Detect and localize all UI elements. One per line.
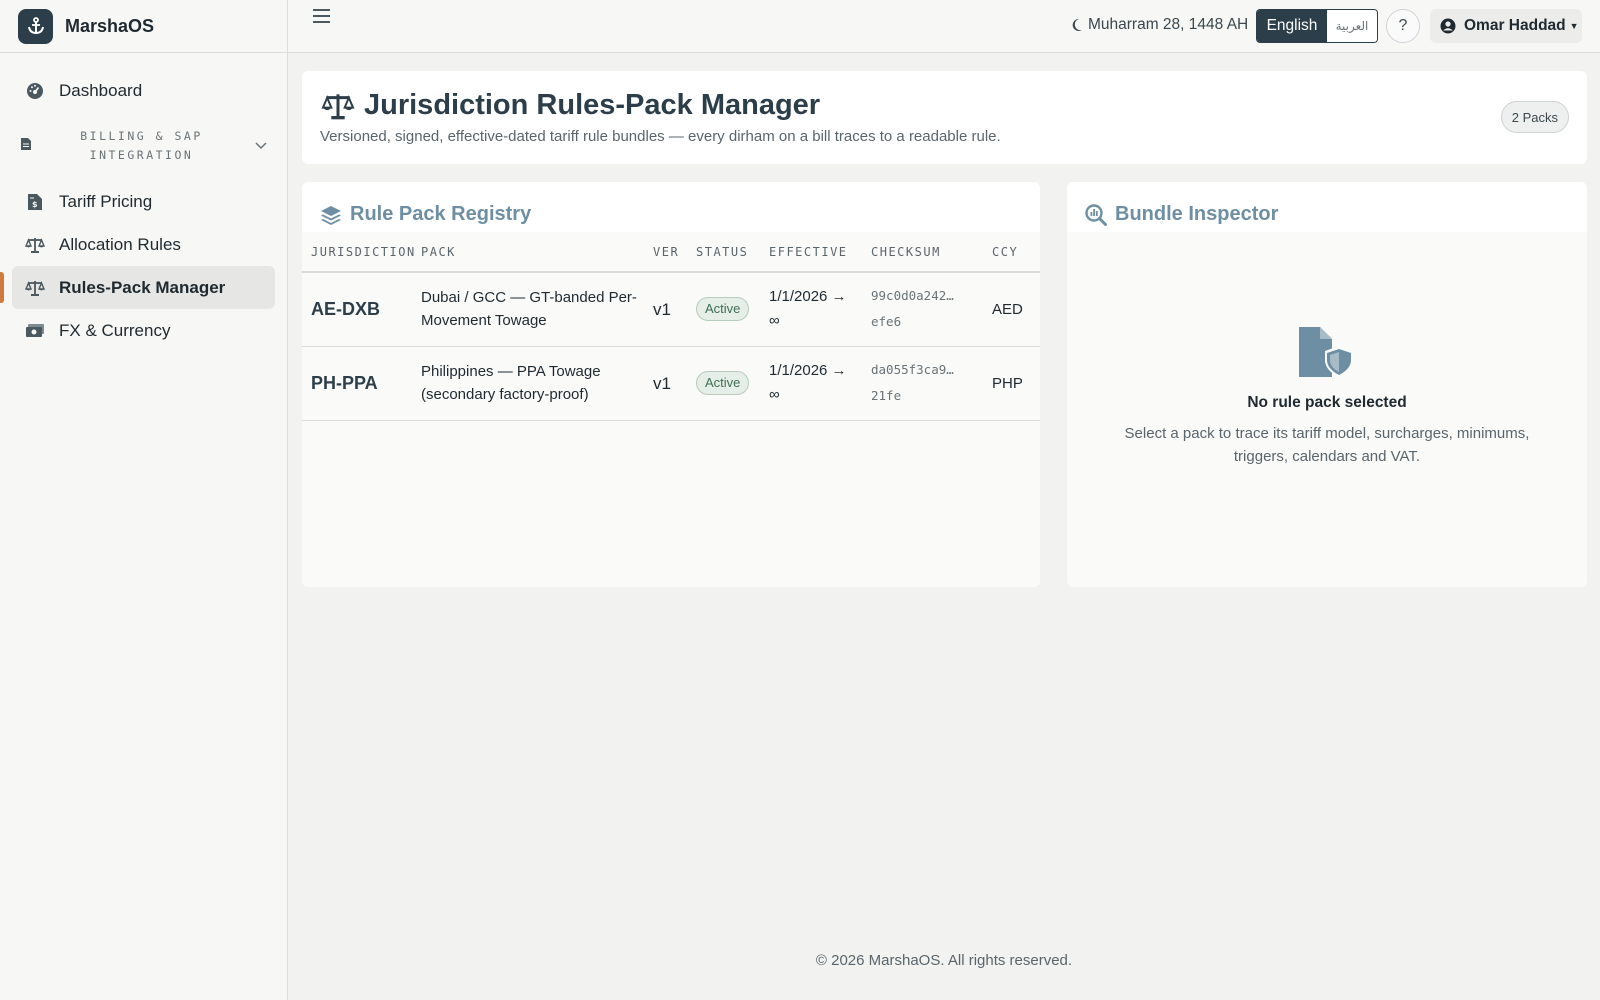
table-header-row: JURISDICTION PACK VER STATUS EFFECTIVE C… <box>302 232 1040 273</box>
user-circle-icon <box>1440 18 1456 34</box>
empty-state-text: Select a pack to trace its tariff model,… <box>1124 425 1530 465</box>
cell-effective: 1/1/2026 → ∞ <box>769 346 871 421</box>
effective-from: 1/1/2026 → <box>769 288 847 306</box>
hijri-date: Muharram 28, 1448 AH <box>1071 16 1248 34</box>
hijri-date-text: Muharram 28, 1448 AH <box>1088 16 1249 33</box>
language-switcher: English العربية <box>1256 9 1378 43</box>
cell-version: v1 <box>653 346 696 421</box>
scale-icon <box>321 93 355 119</box>
bundle-inspector: Bundle Inspector No rule pack selected S… <box>1067 182 1587 587</box>
registry-title: Rule Pack Registry <box>320 203 531 226</box>
page-title: Jurisdiction Rules-Pack Manager <box>320 89 820 122</box>
sidebar-section-label: BILLING & SAP INTEGRATION <box>80 129 203 162</box>
column-header-ccy[interactable]: CCY <box>992 232 1040 273</box>
sidebar-item-allocation-rules[interactable]: Allocation Rules <box>12 223 275 266</box>
rule-pack-registry: Rule Pack Registry JURISDICTION PACK VER… <box>302 182 1040 587</box>
sidebar: MarshaOS Dashboard BILLING & SAP INTEGRA… <box>0 0 288 1000</box>
effective-from: 1/1/2026 → <box>769 362 847 379</box>
cell-version: v1 <box>653 272 696 347</box>
checksum-line-2: efe6 <box>871 314 902 330</box>
chevron-down-icon <box>251 142 271 150</box>
file-icon <box>20 137 32 156</box>
empty-state: No rule pack selected Select a pack to t… <box>1067 326 1587 468</box>
checksum-line-1: da055f3ca9… <box>871 362 954 377</box>
column-header-ver[interactable]: VER <box>653 232 696 273</box>
column-header-pack[interactable]: PACK <box>421 232 653 273</box>
packs-count-badge: 2 Packs <box>1500 101 1569 133</box>
brand[interactable]: MarshaOS <box>0 0 287 53</box>
invoice-dollar-icon: $ <box>25 192 45 212</box>
effective-to: ∞ <box>769 386 780 403</box>
cell-status: Active <box>696 272 769 347</box>
page-header: Jurisdiction Rules-Pack Manager Versione… <box>302 71 1587 164</box>
column-header-effective[interactable]: EFFECTIVE <box>769 232 871 273</box>
cell-checksum: da055f3ca9… 21fe <box>871 346 992 421</box>
user-name: Omar Haddad <box>1464 17 1566 34</box>
gauge-icon <box>25 81 45 101</box>
sidebar-item-label: Allocation Rules <box>59 234 181 254</box>
cell-jurisdiction: PH-PPA <box>302 346 421 421</box>
lang-arabic-button[interactable]: العربية <box>1327 10 1377 42</box>
column-header-jurisdiction[interactable]: JURISDICTION <box>302 232 421 273</box>
sidebar-item-rules-pack-manager[interactable]: Rules-Pack Manager <box>0 266 275 309</box>
registry-table: JURISDICTION PACK VER STATUS EFFECTIVE C… <box>302 232 1040 421</box>
cell-checksum: 99c0d0a242… efe6 <box>871 272 992 347</box>
sidebar-item-label: Rules-Pack Manager <box>59 277 226 297</box>
topbar: Muharram 28, 1448 AH English العربية ? O… <box>288 0 1600 53</box>
page-subtitle: Versioned, signed, effective-dated tarif… <box>320 128 1001 145</box>
sidebar-nav: Dashboard BILLING & SAP INTEGRATION $ Ta… <box>0 53 287 352</box>
caret-down-icon: ▼ <box>1569 21 1579 31</box>
footer: © 2026 MarshaOS. All rights reserved. <box>815 952 1073 969</box>
checksum-line-2: 21fe <box>871 388 902 403</box>
inspector-title: Bundle Inspector <box>1085 203 1278 226</box>
menu-icon[interactable] <box>312 8 334 26</box>
cell-currency: PHP <box>992 346 1040 421</box>
help-button[interactable]: ? <box>1386 9 1420 43</box>
effective-to: ∞ <box>769 312 780 330</box>
brand-name: MarshaOS <box>65 15 155 36</box>
sidebar-item-label: Dashboard <box>59 80 143 100</box>
status-badge: Active <box>696 297 750 322</box>
layers-icon <box>321 205 341 225</box>
cell-currency: AED <box>992 272 1040 347</box>
money-bill-icon <box>25 321 45 341</box>
scale-icon <box>25 235 45 255</box>
column-header-checksum[interactable]: CHECKSUM <box>871 232 992 273</box>
cell-pack: Dubai / GCC — GT-banded Per-Movement Tow… <box>421 272 653 347</box>
file-shield-icon <box>1067 326 1587 378</box>
status-badge: Active <box>696 371 750 395</box>
sidebar-item-tariff-pricing[interactable]: $ Tariff Pricing <box>12 180 275 223</box>
sidebar-item-label: Tariff Pricing <box>59 191 153 211</box>
moon-icon <box>1072 18 1082 31</box>
table-row[interactable]: PH-PPA Philippines — PPA Towage (seconda… <box>302 346 1040 421</box>
sidebar-item-dashboard[interactable]: Dashboard <box>12 69 275 112</box>
empty-state-title: No rule pack selected <box>1247 394 1407 411</box>
table-row[interactable]: AE-DXB Dubai / GCC — GT-banded Per-Movem… <box>302 272 1040 347</box>
user-menu-button[interactable]: Omar Haddad ▼ <box>1430 9 1582 43</box>
lang-english-button[interactable]: English <box>1257 10 1327 42</box>
sidebar-item-label: FX & Currency <box>59 320 171 340</box>
magnifier-chart-icon <box>1085 203 1107 226</box>
registry-header: Rule Pack Registry <box>302 182 1040 232</box>
page-title-text: Jurisdiction Rules-Pack Manager <box>364 89 821 121</box>
checksum-line-1: 99c0d0a242… <box>871 288 954 304</box>
cell-status: Active <box>696 346 769 421</box>
anchor-icon <box>18 8 53 44</box>
inspector-title-text: Bundle Inspector <box>1115 203 1279 225</box>
inspector-header: Bundle Inspector <box>1067 182 1587 232</box>
scale-icon <box>25 278 45 298</box>
svg-text:$: $ <box>32 200 38 209</box>
sidebar-item-fx-currency[interactable]: FX & Currency <box>12 309 275 352</box>
column-header-status[interactable]: STATUS <box>696 232 769 273</box>
cell-jurisdiction: AE-DXB <box>302 272 421 347</box>
sidebar-section-billing[interactable]: BILLING & SAP INTEGRATION <box>12 116 275 176</box>
registry-title-text: Rule Pack Registry <box>350 203 532 225</box>
cell-effective: 1/1/2026 → ∞ <box>769 272 871 347</box>
cell-pack: Philippines — PPA Towage (secondary fact… <box>421 346 653 421</box>
